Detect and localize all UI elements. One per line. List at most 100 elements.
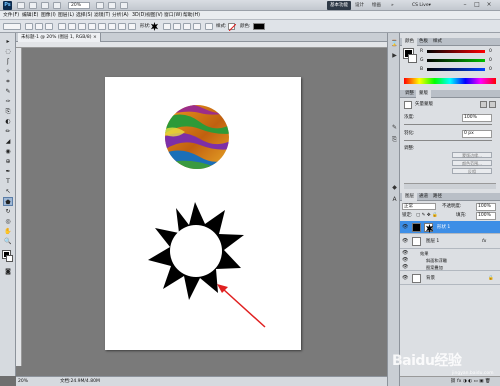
rectangle-shape-icon[interactable]	[78, 23, 86, 30]
density-value[interactable]: 100%	[462, 114, 492, 122]
hand-tool-icon[interactable]: ✋	[3, 227, 13, 236]
type-tool-icon[interactable]: T	[3, 177, 13, 186]
history-brush-tool-icon[interactable]: ◐	[3, 117, 13, 126]
3d-panel-icon[interactable]: ◆	[390, 183, 399, 192]
3d-rotate-tool-icon[interactable]: ↻	[3, 207, 13, 216]
tab-layers[interactable]: 图层	[402, 193, 417, 201]
move-tool-icon[interactable]: ▸	[3, 37, 13, 46]
bridge-icon[interactable]	[17, 2, 25, 9]
fx-badge[interactable]: fx	[482, 235, 486, 248]
pen-tool-icon[interactable]: ✒	[3, 167, 13, 176]
mini-bridge-icon[interactable]	[29, 2, 37, 9]
visibility-eye-icon[interactable]: 👁	[402, 250, 408, 257]
menu-filter[interactable]: 滤镜(T)	[94, 11, 110, 20]
healing-brush-tool-icon[interactable]: ✑	[3, 97, 13, 106]
eyedropper-tool-icon[interactable]: ✎	[3, 87, 13, 96]
line-shape-icon[interactable]	[118, 23, 126, 30]
zoom-tool-icon[interactable]: 🔍	[3, 237, 13, 246]
history-panel-icon[interactable]: ⌛	[390, 39, 399, 48]
density-slider[interactable]	[404, 124, 492, 125]
visibility-eye-icon[interactable]: 👁	[402, 275, 408, 282]
feather-value[interactable]: 0 px	[462, 130, 492, 138]
color-range-button[interactable]: 颜色范围...	[452, 160, 492, 166]
fill-pixels-mode-icon[interactable]	[45, 23, 53, 30]
blend-mode-select[interactable]: 正常	[402, 203, 436, 210]
combine-subtract-icon[interactable]	[173, 23, 181, 30]
menu-3d[interactable]: 3D(D)	[132, 11, 146, 20]
pixel-mask-button[interactable]	[480, 101, 487, 108]
quick-mask-icon[interactable]: ◙	[3, 267, 13, 276]
brush-panel-icon[interactable]: ✎	[390, 123, 399, 132]
tab-color[interactable]: 颜色	[402, 38, 417, 46]
marquee-tool-icon[interactable]: ◌	[3, 47, 13, 56]
polygon-shape-icon[interactable]	[108, 23, 116, 30]
menu-select[interactable]: 选择(S)	[76, 11, 92, 20]
fill-value[interactable]: 100%	[476, 212, 496, 220]
channel-r-value[interactable]: 0	[489, 48, 492, 55]
3d-camera-tool-icon[interactable]: ◎	[3, 217, 13, 226]
effects-row[interactable]: 👁 效果	[400, 250, 500, 257]
close-button[interactable]: ×	[484, 1, 494, 9]
lock-icons[interactable]: ▢ ✎ ✥ 🔒	[416, 212, 438, 219]
zoom-select[interactable]: 20%	[68, 2, 90, 9]
workspace-design-button[interactable]: 设计	[352, 1, 367, 10]
status-zoom[interactable]: 20%	[18, 377, 28, 386]
mask-edge-button[interactable]: 蒙版边缘...	[452, 152, 492, 158]
clone-stamp-tool-icon[interactable]: ⎘	[3, 107, 13, 116]
custom-shape-picker[interactable]	[150, 22, 159, 31]
effect-pattern-row[interactable]: 👁 图案叠加	[400, 264, 500, 271]
menu-help[interactable]: 帮助(H)	[183, 11, 200, 20]
channel-b-slider[interactable]	[427, 68, 485, 71]
background-color-swatch[interactable]	[6, 255, 13, 262]
opacity-value[interactable]: 100%	[476, 203, 496, 211]
layer-row-shape-1[interactable]: 👁 形状 1	[400, 221, 500, 234]
menu-image[interactable]: 图像(I)	[41, 11, 56, 20]
paths-mode-icon[interactable]	[35, 23, 43, 30]
maximize-button[interactable]: □	[472, 1, 482, 9]
tab-masks[interactable]: 蒙版	[416, 90, 431, 98]
hand-tool-icon[interactable]	[96, 2, 104, 9]
ellipse-shape-icon[interactable]	[98, 23, 106, 30]
rotate-view-icon[interactable]	[108, 2, 116, 9]
menu-edit[interactable]: 编辑(E)	[22, 11, 38, 20]
crop-tool-icon[interactable]: ⌗	[3, 77, 13, 86]
actions-panel-icon[interactable]: ▶	[390, 51, 399, 60]
magic-wand-tool-icon[interactable]: ✧	[3, 67, 13, 76]
tab-adjustments[interactable]: 调整	[402, 90, 417, 98]
menu-analysis[interactable]: 分析(A)	[112, 11, 129, 20]
menu-layer[interactable]: 图层(L)	[58, 11, 74, 20]
combine-intersect-icon[interactable]	[183, 23, 191, 30]
shape-layers-mode-icon[interactable]	[25, 23, 33, 30]
eraser-tool-icon[interactable]: ◢	[3, 137, 13, 146]
brush-tool-icon[interactable]: ✏	[3, 127, 13, 136]
color-spectrum-bar[interactable]	[404, 78, 496, 84]
dodge-tool-icon[interactable]: ⊕	[3, 157, 13, 166]
layer-name[interactable]: 形状 1	[437, 221, 450, 234]
channel-b-value[interactable]: 0	[489, 66, 492, 73]
character-panel-icon[interactable]: A	[390, 195, 399, 204]
color-panel-bg-swatch[interactable]	[408, 54, 417, 63]
document-tab[interactable]: 未标题-1 @ 20% (图层 1, RGB/8) ×	[18, 33, 101, 42]
style-picker[interactable]	[228, 23, 237, 32]
tool-preset-picker[interactable]	[3, 23, 21, 30]
view-extras-icon[interactable]	[41, 2, 49, 9]
rounded-rectangle-icon[interactable]	[88, 23, 96, 30]
minimize-button[interactable]: –	[460, 1, 470, 9]
workspace-more-button[interactable]: »	[388, 1, 397, 10]
menu-view[interactable]: 视图(V)	[146, 11, 163, 20]
visibility-eye-icon[interactable]: 👁	[402, 257, 408, 264]
arrange-documents-icon[interactable]	[120, 2, 128, 9]
combine-exclude-icon[interactable]	[193, 23, 201, 30]
layers-footer-icons[interactable]: ⛓ fx ◑ ◐ ▭ ▣ 🗑	[450, 378, 491, 385]
clone-source-icon[interactable]: ⎘	[390, 135, 399, 144]
feather-slider[interactable]	[404, 140, 492, 141]
visibility-eye-icon[interactable]: 👁	[402, 224, 408, 231]
channel-g-slider[interactable]	[427, 59, 485, 62]
visibility-eye-icon[interactable]: 👁	[402, 264, 408, 271]
zoom-level-icon[interactable]	[53, 2, 61, 9]
channel-r-slider[interactable]	[427, 50, 485, 53]
lasso-tool-icon[interactable]: ʃ	[3, 57, 13, 66]
layer-name[interactable]: 背景	[426, 272, 435, 285]
gradient-tool-icon[interactable]: ◉	[3, 147, 13, 156]
custom-shape-tool-icon[interactable]: ⬟	[3, 197, 13, 206]
